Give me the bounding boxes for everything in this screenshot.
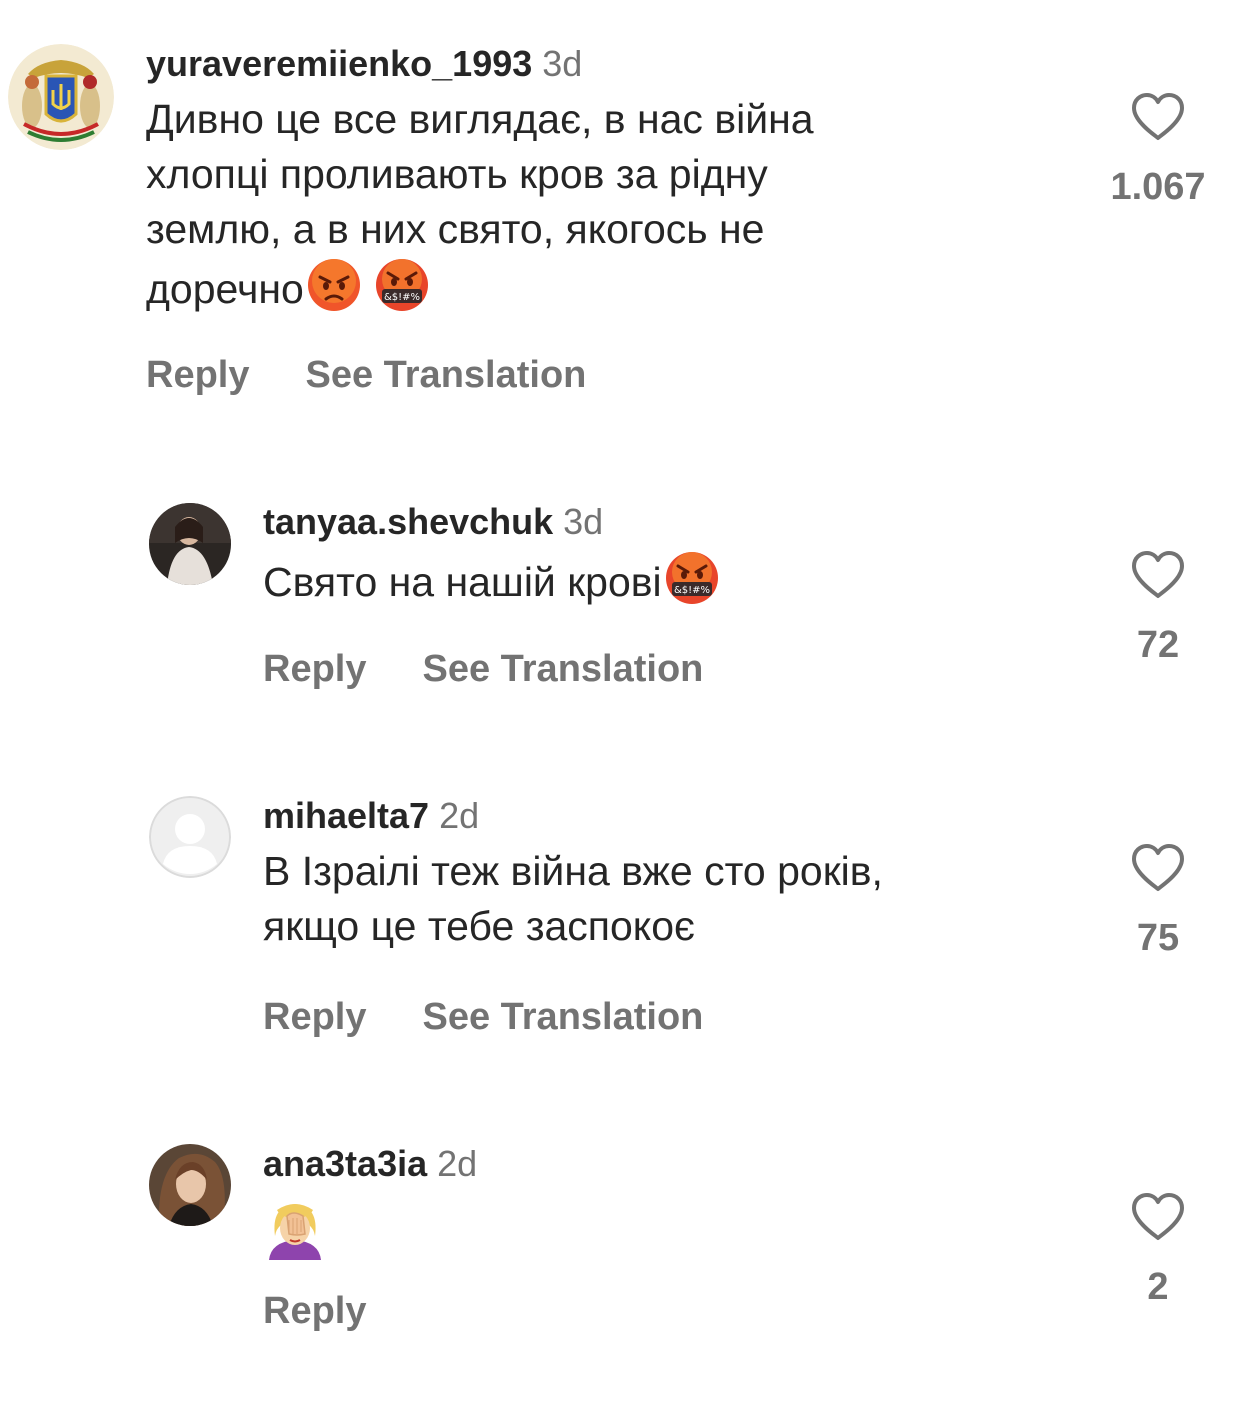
reply-button[interactable]: Reply (263, 648, 366, 691)
comment-meta: yuraveremiienko_1993 3d (146, 42, 814, 86)
comment-time: 3d (542, 43, 583, 84)
comment-time: 2d (439, 795, 480, 836)
avatar[interactable] (8, 44, 114, 150)
comment-actions: Reply See Translation (146, 354, 586, 397)
comment-content: ana3ta3ia 2d (263, 1142, 477, 1274)
see-translation-button[interactable]: See Translation (305, 354, 586, 397)
comment-line: доречно (146, 266, 304, 312)
comment-content: mihaelta7 2d В Ізраілі теж війна вже сто … (263, 794, 883, 954)
like-section: 1.067 (1098, 92, 1218, 209)
comment-text: Свято на нашій крові &$!#% (263, 550, 720, 620)
comment-meta: mihaelta7 2d (263, 794, 883, 838)
enraged-face-emoji (306, 257, 362, 327)
comment-meta: ana3ta3ia 2d (263, 1142, 477, 1186)
like-count: 2 (1147, 1266, 1169, 1308)
user-photo-icon (149, 503, 231, 585)
comment-time: 3d (563, 501, 604, 542)
comment-line: В Ізраілі теж війна вже сто років, (263, 848, 883, 894)
heart-icon[interactable] (1130, 1192, 1186, 1242)
reply-button[interactable]: Reply (263, 996, 366, 1039)
comment-actions: Reply (263, 1290, 366, 1333)
face-with-symbols-on-mouth-emoji: &$!#% (664, 550, 720, 620)
comment-line: якщо це тебе заспокоє (263, 903, 695, 949)
reply-button[interactable]: Reply (146, 354, 249, 397)
avatar[interactable] (149, 503, 231, 585)
like-section: 72 (1098, 550, 1218, 667)
like-count: 75 (1136, 917, 1180, 959)
comment-line: Свято на нашій крові (263, 559, 662, 605)
like-section: 2 (1098, 1192, 1218, 1309)
svg-text:&$!#%: &$!#% (674, 585, 710, 596)
username[interactable]: tanyaa.shevchuk (263, 501, 553, 542)
heart-icon[interactable] (1130, 550, 1186, 600)
comment-line: землю, а в них свято, якогось не (146, 206, 765, 252)
face-palm-emoji (263, 1196, 327, 1274)
svg-text:&$!#%: &$!#% (384, 292, 420, 303)
avatar[interactable] (149, 1144, 231, 1226)
like-count: 72 (1136, 624, 1180, 666)
like-count: 1.067 (1110, 166, 1206, 208)
comment-content: tanyaa.shevchuk 3d Свято на нашій крові &… (263, 500, 720, 620)
comment-line-with-emoji: Свято на нашій крові &$!#% (263, 550, 720, 620)
username[interactable]: mihaelta7 (263, 795, 429, 836)
comment-meta: tanyaa.shevchuk 3d (263, 500, 720, 544)
comment-line-with-emoji: доречно &$!#% (146, 257, 814, 327)
comment-actions: Reply See Translation (263, 648, 703, 691)
comment-line: хлопці проливають кров за рідну (146, 151, 768, 197)
heart-icon[interactable] (1130, 92, 1186, 142)
username[interactable]: ana3ta3ia (263, 1143, 427, 1184)
user-photo-icon (149, 1144, 231, 1226)
comment-actions: Reply See Translation (263, 996, 703, 1039)
like-section: 75 (1098, 843, 1218, 960)
face-with-symbols-on-mouth-emoji: &$!#% (374, 257, 430, 327)
comment-content: yuraveremiienko_1993 3d Дивно це все вигл… (146, 42, 814, 327)
comment-time: 2d (437, 1143, 478, 1184)
comment-line: Дивно це все виглядає, в нас війна (146, 96, 814, 142)
reply-button[interactable]: Reply (263, 1290, 366, 1333)
coat-of-arms-icon (8, 44, 114, 150)
see-translation-button[interactable]: See Translation (422, 648, 703, 691)
see-translation-button[interactable]: See Translation (422, 996, 703, 1039)
comment-text: Дивно це все виглядає, в нас війна хлопц… (146, 92, 814, 327)
default-avatar-icon (149, 796, 231, 878)
avatar[interactable] (149, 796, 231, 878)
username[interactable]: yuraveremiienko_1993 (146, 43, 532, 84)
heart-icon[interactable] (1130, 843, 1186, 893)
comment-text: В Ізраілі теж війна вже сто років, якщо … (263, 844, 883, 954)
comment-text (263, 1196, 477, 1274)
